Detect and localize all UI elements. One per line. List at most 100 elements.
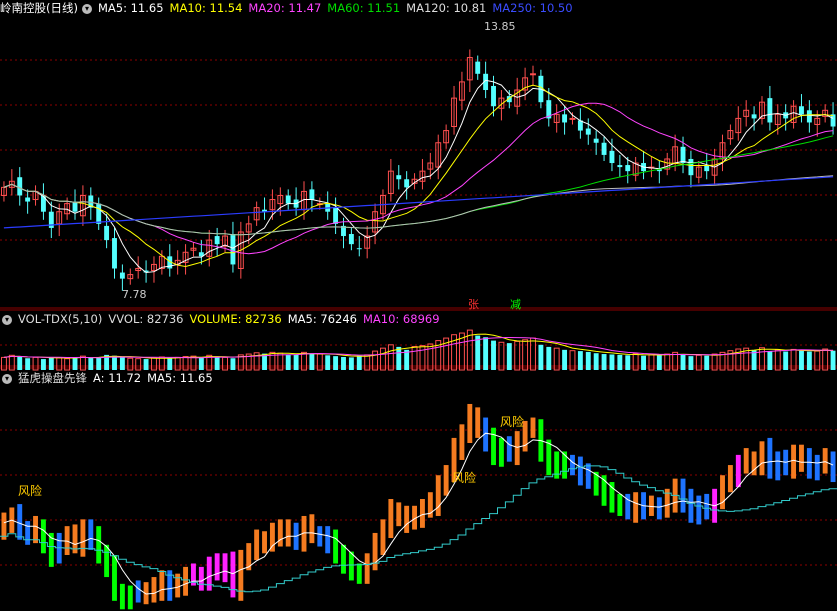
indicator-bar xyxy=(238,549,244,601)
legend-volume: VOLUME: 82736 xyxy=(189,312,282,326)
volume-bar xyxy=(569,350,576,371)
volume-bar xyxy=(562,349,568,370)
indicator-bar xyxy=(88,519,94,550)
volume-bar xyxy=(774,349,781,371)
legend-vol-ma10: MA10: 68969 xyxy=(362,312,440,326)
volume-bar xyxy=(341,356,346,370)
indicator-bar xyxy=(396,502,402,527)
volume-bar xyxy=(783,351,789,370)
indicator-bar xyxy=(119,583,125,610)
volume-bar xyxy=(830,350,836,370)
candle-body xyxy=(119,272,125,279)
indicator-bar xyxy=(443,465,449,496)
indicator-bar xyxy=(285,519,291,547)
indicator-bar xyxy=(530,417,536,438)
indicator-bar xyxy=(198,566,204,591)
volume-bar xyxy=(143,359,149,370)
legend-ind-ma5: MA5: 11.65 xyxy=(147,371,213,385)
volume-bar xyxy=(553,347,560,371)
risk-label-1: 风险 xyxy=(18,484,43,498)
candle-body xyxy=(799,106,804,115)
volume-bar xyxy=(530,337,536,371)
volume-bar xyxy=(48,356,54,370)
indicator-bar xyxy=(767,437,773,479)
collapse-toggle-icon[interactable]: ▾ xyxy=(2,314,12,325)
candle-body xyxy=(356,248,362,250)
indicator-bar xyxy=(791,444,797,479)
volume-bar xyxy=(585,351,591,370)
volume-bar xyxy=(119,357,125,370)
volume-bar xyxy=(356,355,362,370)
candle-body xyxy=(475,61,481,74)
volume-bar xyxy=(506,343,512,370)
volume-bar xyxy=(112,355,117,370)
indicator-bar xyxy=(222,553,228,583)
indicator-bar xyxy=(388,499,394,539)
indicator-bar xyxy=(759,441,765,476)
volume-bar xyxy=(799,350,804,370)
candle-body xyxy=(491,85,496,107)
volume-bar xyxy=(609,354,615,370)
candle-body xyxy=(404,179,410,188)
volume-bar xyxy=(285,354,291,370)
volume-bar xyxy=(483,337,489,370)
candle-body xyxy=(767,98,773,123)
volume-bar xyxy=(96,356,102,370)
indicator-bar xyxy=(25,521,31,545)
volume-bar xyxy=(617,354,623,370)
volume-legend: ▾ VOL-TDX(5,10) VVOL: 82736 VOLUME: 82736 MA… xyxy=(0,311,446,328)
indicator-bar xyxy=(743,448,749,474)
indicator-bar xyxy=(806,448,812,479)
volume-bar xyxy=(522,339,529,371)
volume-bar xyxy=(593,353,599,370)
volume-bar xyxy=(404,349,410,370)
indicator-bar xyxy=(112,555,117,601)
volume-bar xyxy=(704,355,710,370)
indicator-bar xyxy=(175,573,181,598)
volume-bar xyxy=(167,358,173,370)
volume-bar xyxy=(198,357,204,370)
volume-bar xyxy=(372,350,379,371)
candle-body xyxy=(112,238,117,269)
indicator-bar xyxy=(127,585,133,610)
indicator-bar xyxy=(570,454,575,476)
indicator-bar xyxy=(727,465,733,493)
indicator-bar xyxy=(372,532,378,571)
volume-bar xyxy=(806,351,812,370)
collapse-toggle-icon[interactable]: ▾ xyxy=(2,373,12,384)
ma20-line xyxy=(3,102,834,255)
candle-body xyxy=(17,177,23,196)
ma5-line xyxy=(3,79,834,274)
indicator-bar xyxy=(704,493,710,520)
tag-zhang: 张 xyxy=(468,298,479,311)
legend-ma5: MA5: 11.65 xyxy=(97,1,164,15)
candle-body xyxy=(688,158,694,176)
candle-body xyxy=(25,197,31,202)
candle-body xyxy=(585,128,591,135)
collapse-toggle-icon[interactable]: ▾ xyxy=(81,3,92,14)
indicator-bar xyxy=(633,492,639,523)
candle-body xyxy=(309,189,315,200)
indicator-bar xyxy=(230,551,236,598)
indicator-legend: ▾ 猛虎操盘先锋 A: 11.72 MA5: 11.65 xyxy=(0,370,219,387)
indicator-bar xyxy=(246,543,252,571)
ma250-line xyxy=(3,176,834,229)
indicator-bar xyxy=(262,531,267,554)
volume-bar xyxy=(491,340,496,370)
indicator-bar xyxy=(735,454,741,488)
volume-bar xyxy=(538,344,544,370)
volume-bar xyxy=(688,356,694,370)
candle-body xyxy=(396,175,402,180)
ma10-line xyxy=(3,84,834,268)
indicator-bar xyxy=(688,488,694,523)
indicator-bar xyxy=(799,444,804,472)
indicator-bar xyxy=(80,519,86,557)
high-price-label: 13.85 xyxy=(484,20,516,33)
volume-ma10-line xyxy=(3,336,834,359)
indicator-bar xyxy=(33,515,38,544)
candle-body xyxy=(609,150,615,164)
indicator-bar xyxy=(183,566,189,596)
candle-body xyxy=(562,114,568,123)
risk-label-3: 风险 xyxy=(500,415,525,429)
volume-bar xyxy=(475,335,481,370)
